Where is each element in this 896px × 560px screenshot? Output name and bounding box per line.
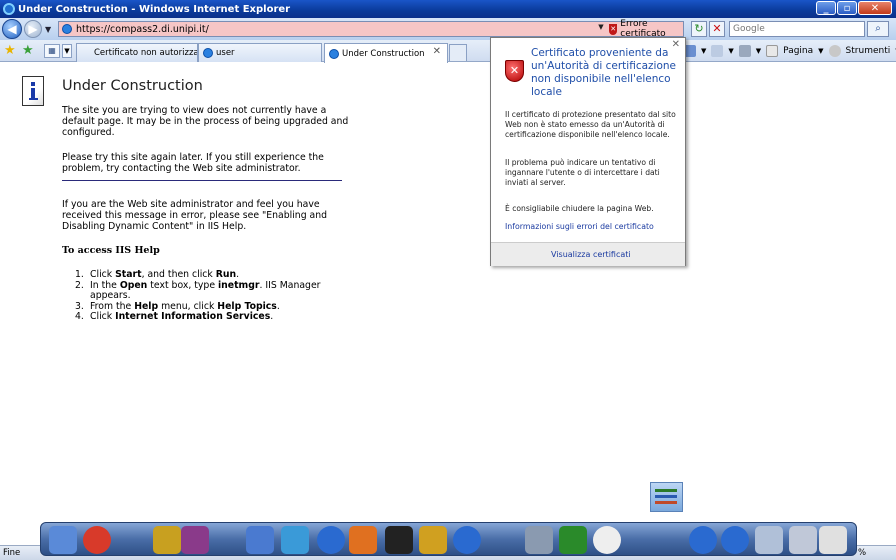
help-heading: To access IIS Help [62, 245, 160, 256]
power-icon[interactable] [83, 526, 111, 554]
shield-error-icon: ✕ [505, 60, 524, 82]
usb-icon[interactable] [525, 526, 553, 554]
status-text: Fine [3, 548, 21, 558]
divider [62, 180, 342, 181]
dock [40, 522, 857, 556]
paragraph-3: If you are the Web site administrator an… [62, 199, 328, 232]
cert-info-link[interactable]: Informazioni sugli errori del certificat… [505, 222, 654, 231]
paragraph-1: The site you are trying to view does not… [62, 105, 349, 138]
command-bar: ▼ ▼ ▼ Pagina ▼ Strumenti ▼ » [684, 43, 896, 59]
tab-label: Certificato non autorizzato d... [94, 48, 197, 58]
paragraph-2: Please try this site again later. If you… [62, 152, 324, 174]
pencil-icon[interactable] [419, 526, 447, 554]
quick-tabs-button[interactable]: ▦ [44, 44, 60, 58]
search-input[interactable] [729, 21, 865, 37]
play-icon[interactable] [453, 526, 481, 554]
page-title: Under Construction [62, 78, 203, 94]
feeds-dropdown-icon[interactable]: ▼ [728, 47, 733, 55]
library-icon[interactable] [153, 526, 181, 554]
page-dropdown-icon[interactable]: ▼ [818, 47, 823, 55]
page-content: Under Construction The site you are tryi… [0, 63, 896, 518]
tab-under-construction[interactable]: Under Construction ✕ [324, 43, 448, 63]
page-icon [62, 24, 72, 34]
window-titlebar: Under Construction - Windows Internet Ex… [0, 0, 896, 18]
step-number: 4. [75, 311, 84, 322]
docs-icon[interactable] [755, 526, 783, 554]
popup-footer: Visualizza certificati [491, 242, 685, 266]
clock-icon[interactable] [593, 526, 621, 554]
step-item: 2. In the Open text box, type inetmgr. II… [75, 279, 325, 302]
step-text: Click Internet Information Services. [90, 311, 274, 322]
shield-error-icon: ✕ [609, 23, 618, 35]
step-number: 1. [75, 269, 84, 280]
step-item: 4. Click Internet Information Services. [75, 311, 325, 323]
address-url[interactable]: https://compass2.di.unipi.it/ [76, 24, 209, 35]
cert-error-label: Errore certificato [620, 19, 666, 39]
ie-icon[interactable] [317, 526, 345, 554]
forward-button[interactable]: ▶ [24, 20, 42, 38]
trash-icon[interactable] [559, 526, 587, 554]
page-menu-icon [766, 45, 779, 57]
history-dropdown-icon[interactable]: ▼ [45, 25, 51, 34]
firefox-icon[interactable] [349, 526, 377, 554]
tools-menu[interactable]: Strumenti [846, 46, 891, 56]
ie-page-icon [329, 48, 339, 59]
tab-label: Under Construction [342, 48, 425, 59]
print-dropdown-icon[interactable]: ▼ [756, 47, 761, 55]
close-tab-icon[interactable]: ✕ [433, 46, 441, 57]
feeds-icon[interactable] [711, 45, 724, 57]
desktop-widget-icon[interactable] [650, 482, 683, 512]
view-certificates-link[interactable]: Visualizza certificati [551, 250, 631, 259]
tab-list-dropdown[interactable]: ▼ [62, 44, 72, 58]
media-icon[interactable] [181, 526, 209, 554]
tab-label: user [216, 48, 235, 58]
drive-icon[interactable] [789, 526, 817, 554]
steps-list: 1. Click Start, and then click Run. 2. In t… [75, 269, 325, 323]
play2-icon[interactable] [721, 526, 749, 554]
linux-icon[interactable] [385, 526, 413, 554]
people-icon[interactable] [281, 526, 309, 554]
tab-user[interactable]: user [198, 43, 322, 62]
window-controls: _ ▫ ✕ [816, 1, 892, 15]
stop-button[interactable]: ✕ [709, 21, 725, 37]
apps-icon[interactable] [246, 526, 274, 554]
address-dropdown-icon[interactable]: ▼ [595, 23, 607, 35]
popup-body-1: Il certificato di protezione presentato … [505, 110, 676, 139]
new-tab-button[interactable] [449, 44, 467, 61]
ie-logo-icon [3, 3, 15, 15]
tab-row: ★ ★ ▦ ▼ Certificato non autorizzato d...… [0, 40, 896, 63]
finder-icon[interactable] [49, 526, 77, 554]
ie-page-icon [203, 48, 213, 58]
cert-error-button[interactable]: ✕ Errore certificato [609, 19, 683, 39]
favorites-star-icon[interactable]: ★ [4, 43, 16, 58]
tab-certificate[interactable]: Certificato non autorizzato d... [76, 43, 198, 62]
cert-error-popup: ✕ ✕ Certificato proveniente da un'Autori… [490, 37, 686, 266]
zoom-level[interactable]: % [858, 548, 866, 558]
page-menu[interactable]: Pagina [783, 46, 813, 56]
minimize-button[interactable]: _ [816, 1, 836, 15]
popup-body-2: Il problema può indicare un tentativo di… [505, 158, 660, 187]
step-number: 2. [75, 279, 84, 291]
gear-icon [828, 45, 841, 57]
popup-body-3: È consigliabile chiudere la pagina Web. [505, 204, 654, 213]
home-dropdown-icon[interactable]: ▼ [701, 47, 706, 55]
close-window-button[interactable]: ✕ [858, 1, 892, 15]
step-text: In the Open text box, type inetmgr. IIS … [90, 279, 321, 301]
back-button[interactable]: ◀ [2, 19, 22, 39]
maximize-button[interactable]: ▫ [837, 1, 857, 15]
info-icon [22, 76, 44, 106]
window-title: Under Construction - Windows Internet Ex… [18, 3, 291, 15]
search-button[interactable]: ⌕ [867, 21, 889, 37]
refresh-button[interactable]: ↻ [691, 21, 707, 37]
address-row: ◀ ▶ ▼ https://compass2.di.unipi.it/ ▼ ✕ … [0, 18, 896, 40]
print-icon[interactable] [738, 45, 751, 57]
screen-icon[interactable] [819, 526, 847, 554]
popup-title: Certificato proveniente da un'Autorità d… [531, 47, 676, 98]
add-favorite-icon[interactable]: ★ [22, 43, 34, 58]
address-bar[interactable]: https://compass2.di.unipi.it/ ▼ ✕ Errore… [58, 19, 684, 39]
ie2-icon[interactable] [689, 526, 717, 554]
